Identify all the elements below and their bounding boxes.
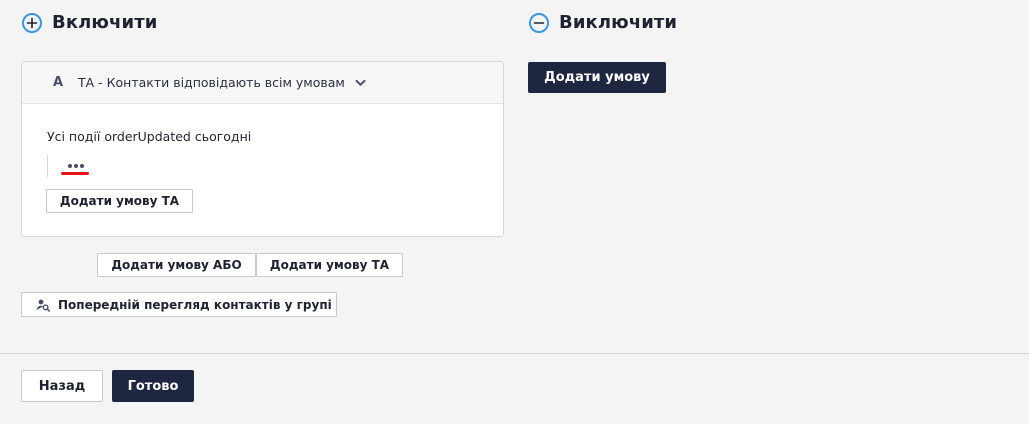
user-search-icon xyxy=(36,298,50,312)
include-title: Включити xyxy=(52,12,158,33)
exclude-section-header: Виключити xyxy=(529,12,677,33)
exclude-add-condition-button[interactable]: Додати умову xyxy=(528,62,666,93)
dot xyxy=(74,164,78,168)
done-button[interactable]: Готово xyxy=(112,370,194,402)
exclude-title: Виключити xyxy=(559,12,678,33)
preview-contacts-button[interactable]: Попередній перегляд контактів у групі xyxy=(21,292,337,317)
back-button[interactable]: Назад xyxy=(21,370,103,402)
group-match-label: ТА - Контакти відповідають всім умовам xyxy=(78,75,345,90)
dot xyxy=(68,164,72,168)
chevron-down-icon[interactable] xyxy=(355,77,367,89)
condition-text[interactable]: Усі події orderUpdated сьогодні xyxy=(47,129,251,144)
footer-divider xyxy=(0,353,1029,354)
minus-circle-icon xyxy=(529,12,549,33)
condition-group-header[interactable]: A ТА - Контакти відповідають всім умовам xyxy=(22,62,503,104)
card-add-and-condition-button[interactable]: Додати умову ТА xyxy=(46,189,193,213)
add-and-condition-button[interactable]: Додати умову ТА xyxy=(256,253,403,277)
highlight-underline xyxy=(61,172,89,175)
add-or-condition-button[interactable]: Додати умову АБО xyxy=(97,253,256,277)
dot xyxy=(80,164,84,168)
condition-divider xyxy=(47,155,48,177)
condition-group-card: A ТА - Контакти відповідають всім умовам… xyxy=(21,61,504,237)
group-letter: A xyxy=(53,75,64,90)
plus-circle-icon xyxy=(22,12,42,33)
include-section-header: Включити xyxy=(22,12,157,33)
preview-label: Попередній перегляд контактів у групі xyxy=(58,297,332,312)
